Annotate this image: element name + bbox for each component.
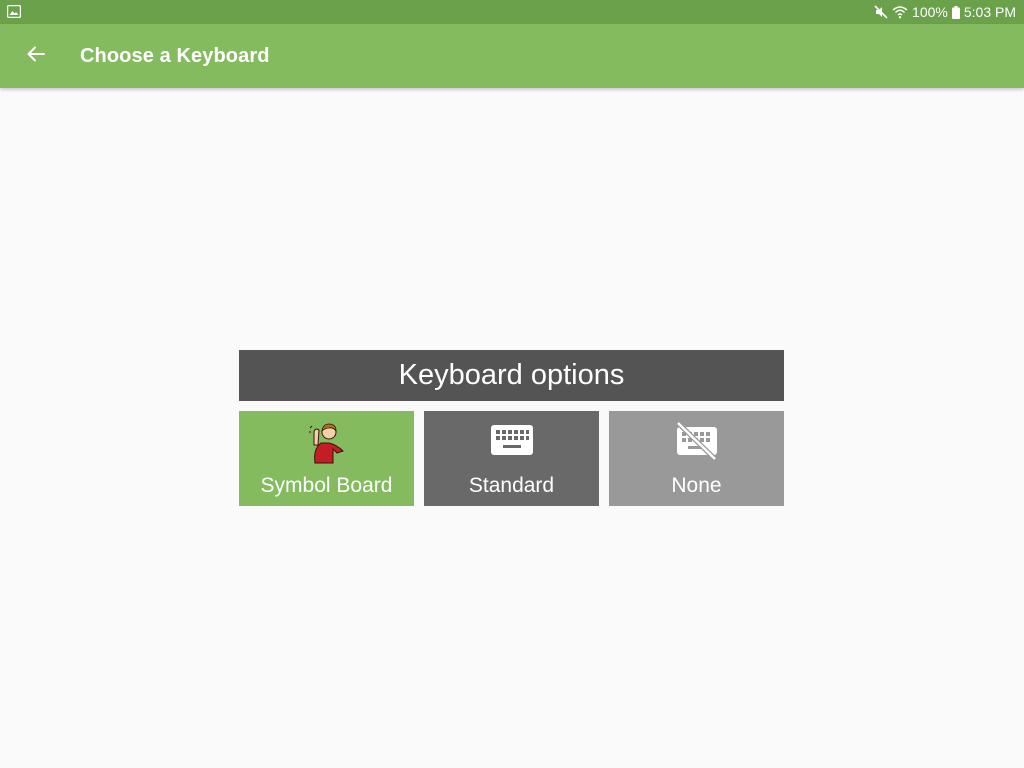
standard-keyboard-button[interactable]: Standard [424,411,599,506]
standard-label: Standard [468,474,555,497]
symbol-board-label: Symbol Board [260,474,393,497]
symbol-board-button[interactable]: Symbol Board [239,411,414,506]
battery-icon [951,5,960,19]
mute-icon [874,5,888,19]
wifi-icon [892,5,908,19]
back-button[interactable] [20,40,52,72]
symbol-person-icon [307,419,347,470]
status-bar: 100% 5:03 PM [0,0,1024,24]
clock: 5:03 PM [963,4,1016,20]
app-bar: Choose a Keyboard [0,24,1024,88]
none-label: None [671,474,722,497]
battery-percent: 100% [912,4,948,20]
no-keyboard-button[interactable]: None [609,411,784,506]
keyboard-icon [490,425,533,460]
arrow-back-icon [27,46,45,67]
image-icon [6,4,22,19]
page-title: Choose a Keyboard [80,45,270,67]
keyboard-options-header: Keyboard options [239,350,784,401]
keyboard-off-icon [675,421,719,465]
status-icons: 100% 5:03 PM [874,0,1016,24]
